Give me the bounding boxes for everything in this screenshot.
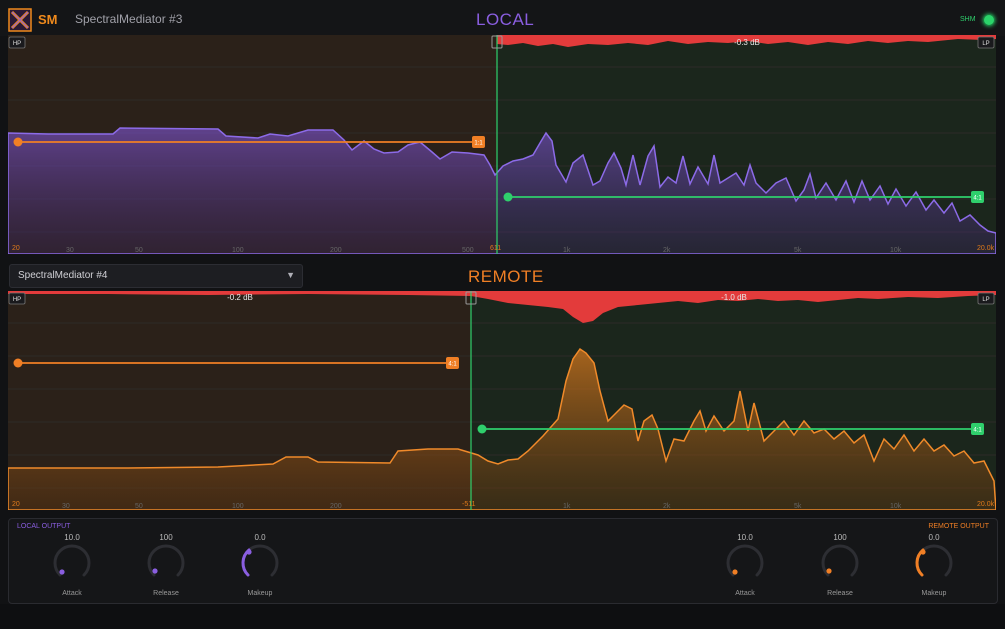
remote-makeup-value: 0.0 [928, 533, 940, 542]
remote-low-gain-reduction-label: -0.2 dB [227, 293, 253, 302]
svg-text:200: 200 [330, 247, 342, 254]
remote-release-value: 100 [833, 533, 847, 542]
header-bar: SM SpectralMediator #3 LOCAL SHM [0, 0, 1005, 36]
remote-release-label: Release [827, 590, 853, 597]
local-makeup-knob[interactable]: 0.0 Makeup [230, 519, 290, 603]
svg-text:30: 30 [66, 247, 74, 254]
output-controls-panel: LOCAL OUTPUT REMOTE OUTPUT 10.0 Attack 1… [8, 518, 998, 604]
remote-attack-label: Attack [735, 590, 755, 597]
remote-source-value: SpectralMediator #4 [18, 270, 108, 281]
local-release-label: Release [153, 590, 179, 597]
local-release-value: 100 [159, 533, 173, 542]
svg-text:2k: 2k [663, 503, 671, 510]
svg-text:1k: 1k [563, 503, 571, 510]
remote-low-ratio: 4:1 [448, 362, 457, 368]
svg-text:1k: 1k [563, 247, 571, 254]
svg-text:10k: 10k [890, 503, 902, 510]
local-low-ratio: 1:1 [474, 141, 483, 147]
remote-makeup-knob[interactable]: 0.0 Makeup [904, 519, 964, 603]
svg-text:200: 200 [330, 503, 342, 510]
local-attack-label: Attack [62, 590, 82, 597]
local-high-ratio: 4:1 [973, 196, 982, 202]
knob-dial-icon [53, 544, 91, 577]
knob-dial-icon [821, 544, 859, 577]
instance-name: SpectralMediator #3 [75, 12, 183, 26]
shm-label: SHM [960, 16, 976, 23]
local-attack-value: 10.0 [64, 533, 80, 542]
svg-text:20: 20 [12, 501, 20, 508]
remote-attack-value: 10.0 [737, 533, 753, 542]
svg-text:100: 100 [232, 503, 244, 510]
local-attack-knob[interactable]: 10.0 Attack [42, 519, 102, 603]
local-release-knob[interactable]: 100 Release [136, 519, 196, 603]
svg-text:500: 500 [462, 247, 474, 254]
svg-text:30: 30 [62, 503, 70, 510]
svg-text:LP: LP [982, 297, 989, 303]
knob-dial-icon [241, 544, 279, 577]
svg-text:100: 100 [232, 247, 244, 254]
shm-status-led[interactable] [983, 14, 995, 26]
local-makeup-label: Makeup [247, 590, 273, 597]
remote-section-title: REMOTE [468, 267, 544, 286]
svg-text:2k: 2k [663, 247, 671, 254]
local-hp-tag[interactable]: HP [8, 36, 26, 49]
local-gain-reduction-label: -0.3 dB [734, 38, 760, 47]
x-logo-icon[interactable] [8, 8, 32, 32]
svg-text:HP: HP [13, 297, 21, 303]
remote-spectrum-panel[interactable]: HP LP -0.2 dB -1.0 dB 4:1 4:1 20 30 50 1… [8, 291, 996, 510]
knob-dial-icon [915, 544, 953, 577]
svg-text:5k: 5k [794, 503, 802, 510]
remote-high-ratio: 4:1 [973, 428, 982, 434]
svg-text:50: 50 [135, 247, 143, 254]
local-makeup-value: 0.0 [254, 533, 266, 542]
remote-hp-tag[interactable]: HP [8, 292, 26, 305]
svg-text:HP: HP [13, 41, 21, 47]
local-section-title: LOCAL [476, 10, 535, 29]
remote-attack-knob[interactable]: 10.0 Attack [715, 519, 775, 603]
knob-dial-icon [147, 544, 185, 577]
remote-makeup-label: Makeup [921, 590, 947, 597]
svg-text:20.0k: 20.0k [977, 245, 995, 252]
local-spectrum-panel[interactable]: HP LP -0.3 dB 1:1 4:1 20 30 50 100 200 5… [8, 35, 996, 254]
svg-text:20: 20 [12, 245, 20, 252]
local-split-freq: 611 [490, 245, 501, 252]
svg-text:50: 50 [135, 503, 143, 510]
svg-text:5k: 5k [794, 247, 802, 254]
svg-text:10k: 10k [890, 247, 902, 254]
chevron-down-icon: ▼ [286, 270, 295, 280]
remote-release-knob[interactable]: 100 Release [810, 519, 870, 603]
svg-text:20.0k: 20.0k [977, 501, 995, 508]
remote-high-gain-reduction-label: -1.0 dB [721, 293, 747, 302]
knob-dial-icon [726, 544, 764, 577]
remote-lp-tag[interactable]: LP [977, 292, 995, 305]
footer-bar [0, 604, 1005, 629]
brand-label: SM [38, 12, 58, 27]
remote-source-select[interactable]: SpectralMediator #4 ▼ [9, 264, 303, 288]
remote-split-freq: -511 [462, 501, 476, 508]
svg-text:LP: LP [982, 41, 989, 47]
local-lp-tag[interactable]: LP [977, 36, 995, 49]
